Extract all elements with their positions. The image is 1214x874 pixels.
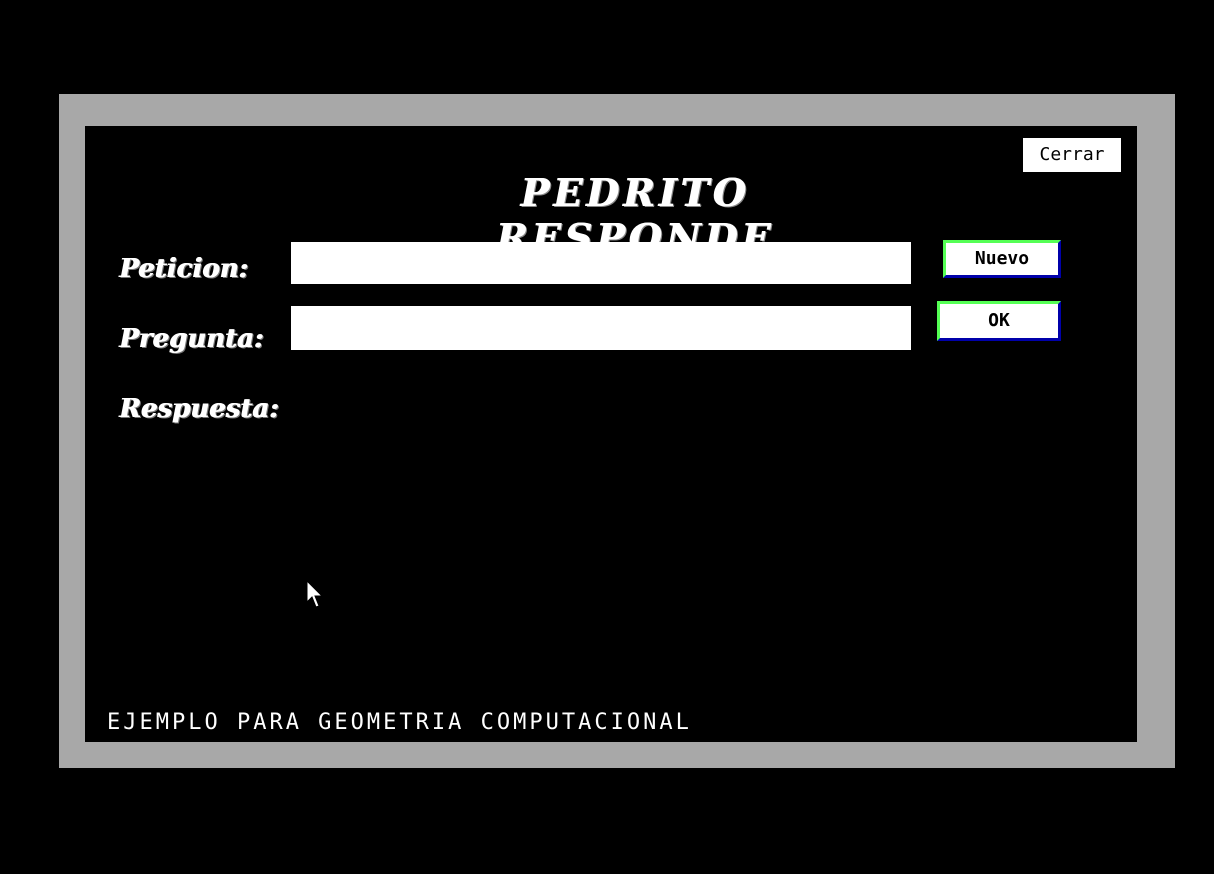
footer-caption: EJEMPLO PARA GEOMETRIA COMPUTACIONAL [107, 710, 692, 735]
pregunta-input[interactable] [291, 306, 911, 350]
peticion-label: Peticion: [119, 254, 248, 284]
respuesta-label: Respuesta: [119, 394, 279, 424]
window-frame: Cerrar PEDRITO RESPONDE Peticion: Pregun… [59, 94, 1175, 768]
close-button[interactable]: Cerrar [1023, 138, 1121, 172]
ok-button[interactable]: OK [937, 301, 1061, 341]
main-panel: Cerrar PEDRITO RESPONDE Peticion: Pregun… [85, 126, 1137, 742]
pregunta-label: Pregunta: [119, 324, 264, 354]
peticion-input[interactable] [291, 242, 911, 284]
nuevo-button[interactable]: Nuevo [943, 240, 1061, 278]
mouse-pointer-icon [306, 580, 324, 608]
